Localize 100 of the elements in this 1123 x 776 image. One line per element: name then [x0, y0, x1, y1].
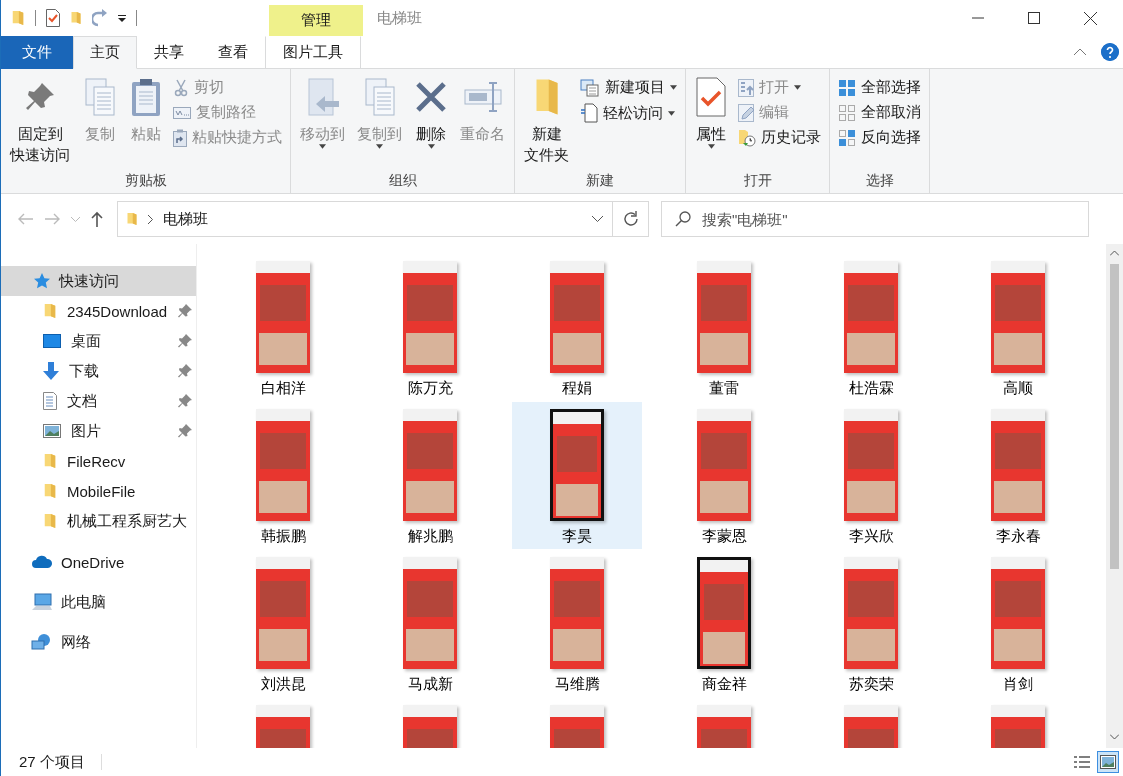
file-item[interactable]: 陈万充 — [365, 254, 495, 401]
context-tab-header: 管理 — [269, 5, 363, 36]
file-item[interactable]: 马成新 — [365, 550, 495, 697]
folder-icon — [43, 512, 57, 530]
nav-item[interactable]: 图片 — [1, 416, 196, 446]
ribbon-button[interactable]: 全部取消 — [834, 102, 925, 123]
open-icon — [738, 78, 754, 97]
nav-item[interactable]: MobileFile — [1, 476, 196, 506]
caret-icon — [668, 110, 675, 116]
refresh-icon — [622, 211, 639, 227]
edit-icon — [738, 103, 754, 122]
ribbon-button[interactable]: 固定到 快速访问 — [5, 75, 75, 169]
ribbon-tab[interactable]: 主页 — [73, 36, 137, 69]
nav-item[interactable]: 文档 — [1, 386, 196, 416]
document-icon — [43, 392, 57, 410]
folder-icon — [43, 302, 57, 320]
ribbon-tab[interactable]: 共享 — [137, 36, 201, 69]
caret-icon — [376, 144, 383, 149]
group-label: 打开 — [742, 171, 773, 190]
maximize-icon[interactable] — [1028, 12, 1040, 24]
search-field[interactable]: 搜索"电梯班" — [661, 201, 1089, 237]
ribbon-button[interactable]: 历史记录 — [734, 127, 825, 148]
window-title: 电梯班 — [377, 8, 422, 28]
nav-item[interactable]: 桌面 — [1, 326, 196, 356]
ribbon-button[interactable]: 删除 — [409, 75, 453, 169]
document-icon — [580, 103, 598, 123]
collapse-ribbon-icon[interactable] — [1073, 48, 1087, 56]
download-icon — [43, 362, 59, 380]
chevron-right-icon — [148, 214, 153, 224]
ribbon-button[interactable]: 新建项目 — [576, 77, 681, 98]
folder-icon — [11, 9, 25, 27]
nav-item[interactable]: 机械工程系厨艺大 — [1, 506, 196, 536]
breadcrumb-item[interactable]: 电梯班 — [163, 209, 208, 229]
documents-icon — [82, 77, 118, 117]
nav-item[interactable]: 快速访问 — [1, 266, 196, 296]
properties-icon[interactable] — [46, 9, 60, 27]
caret-icon — [319, 144, 326, 149]
computer-icon — [31, 593, 53, 611]
star-icon — [33, 272, 51, 290]
desktop-icon — [43, 334, 61, 348]
select-all-icon — [838, 78, 856, 97]
up-arrow-icon[interactable] — [91, 211, 103, 227]
file-item[interactable]: 刘洪昆 — [218, 550, 348, 697]
group-label: 新建 — [585, 171, 615, 190]
file-item[interactable]: 李兴欣 — [806, 402, 936, 549]
search-icon — [675, 211, 691, 227]
shortcut-icon — [173, 128, 187, 147]
ribbon-button[interactable]: 反向选择 — [834, 127, 925, 148]
folder-icon — [43, 452, 57, 470]
details-view-icon — [1074, 755, 1090, 769]
file-item[interactable]: 李永春 — [953, 402, 1083, 549]
ribbon-tab[interactable]: 文件 — [1, 36, 73, 69]
history-icon — [738, 128, 756, 147]
nav-item[interactable]: 下载 — [1, 356, 196, 386]
file-item[interactable]: 高顺 — [953, 254, 1083, 401]
ribbon-button[interactable]: 属性 — [690, 75, 732, 169]
nav-item[interactable]: 网络 — [1, 628, 196, 656]
file-item[interactable]: 杜浩霖 — [806, 254, 936, 401]
cloud-icon — [31, 555, 53, 569]
nav-item[interactable]: 此电脑 — [1, 588, 196, 616]
close-icon[interactable] — [1083, 11, 1097, 25]
invert-selection-icon — [838, 128, 856, 147]
ribbon-tab[interactable]: 查看 — [201, 36, 265, 69]
select-none-icon — [838, 103, 856, 122]
caret-icon — [794, 85, 801, 90]
picture-icon — [43, 424, 61, 438]
nav-item[interactable]: OneDrive — [1, 548, 196, 576]
folder-icon — [43, 482, 57, 500]
scissors-icon — [173, 78, 189, 97]
ribbon-button[interactable]: 新建 文件夹 — [519, 75, 574, 169]
path-icon — [173, 106, 191, 119]
file-item[interactable]: 程娟 — [512, 254, 642, 401]
caret-icon[interactable] — [118, 14, 126, 22]
group-label: 选择 — [864, 171, 895, 190]
clipboard-icon — [130, 77, 162, 117]
caret-icon — [427, 144, 435, 149]
caret-icon — [670, 85, 677, 90]
network-icon — [31, 633, 53, 651]
nav-item[interactable]: 2345Download — [1, 296, 196, 326]
nav-item[interactable]: FileRecv — [1, 446, 196, 476]
view-button[interactable] — [1097, 751, 1119, 773]
redo-icon[interactable] — [92, 9, 108, 27]
help-icon[interactable] — [1101, 43, 1119, 61]
file-item[interactable]: 李昊 — [512, 402, 642, 549]
file-item[interactable]: 解兆鹏 — [365, 402, 495, 549]
file-item[interactable]: 白相洋 — [218, 254, 348, 401]
ribbon-button[interactable]: 全部选择 — [834, 77, 925, 98]
new-item-icon — [580, 78, 600, 97]
file-item[interactable]: 马维腾 — [512, 550, 642, 697]
file-item[interactable]: 肖剑 — [953, 550, 1083, 697]
group-label: 剪贴板 — [123, 171, 168, 190]
file-item[interactable]: 商金祥 — [659, 550, 789, 697]
file-item[interactable]: 李蒙恩 — [659, 402, 789, 549]
file-item[interactable]: 韩振鹏 — [218, 402, 348, 549]
group-label: 组织 — [387, 171, 418, 190]
ribbon-button[interactable]: 轻松访问 — [576, 102, 681, 124]
caret-icon — [707, 144, 715, 149]
chevron-down-icon[interactable] — [591, 216, 603, 222]
file-item[interactable]: 董雷 — [659, 254, 789, 401]
file-item[interactable]: 苏奕荣 — [806, 550, 936, 697]
